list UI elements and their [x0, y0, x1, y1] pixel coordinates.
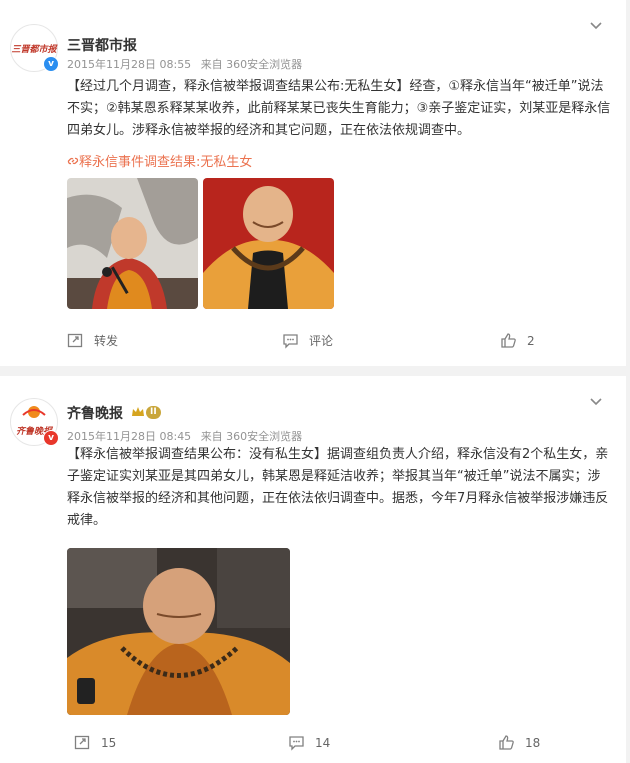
topic-label: 释永信事件调查结果:无私生女 [79, 155, 253, 170]
verified-icon: v [43, 56, 59, 72]
post-image[interactable] [67, 178, 198, 309]
post-source: 来自 360安全浏览器 [200, 58, 303, 71]
like-count: 18 [525, 735, 541, 750]
post-image[interactable] [67, 548, 290, 715]
repost-icon [67, 333, 83, 348]
repost-button[interactable]: 转发 [67, 332, 118, 349]
repost-icon [74, 735, 90, 750]
comment-icon [289, 736, 304, 751]
post-date[interactable]: 2015年11月28日 08:45 [67, 430, 191, 443]
post-content: 【释永信被举报调查结果公布：没有私生女】据调查组负责人介绍，释永信没有2个私生女… [67, 447, 609, 528]
thumbs-up-icon [499, 735, 514, 750]
monk-photo-image [203, 178, 334, 309]
action-bar: 转发 评论 2 [0, 332, 626, 356]
username[interactable]: 齐鲁晚报 [67, 403, 123, 423]
post-source: 来自 360安全浏览器 [200, 430, 303, 443]
like-button[interactable]: 2 [500, 332, 535, 349]
avatar[interactable]: 三晋都市报 v [10, 24, 59, 72]
chevron-down-icon[interactable] [588, 18, 604, 34]
post-image[interactable] [203, 178, 334, 309]
username[interactable]: 三晋都市报 [67, 35, 137, 55]
avatar[interactable]: 齐鲁晚报 v [10, 398, 59, 446]
comment-label: 评论 [309, 334, 334, 348]
comment-count: 14 [315, 735, 331, 750]
comment-icon [283, 334, 298, 349]
post-card: 齐鲁晚报 v 齐鲁晚报 II 2015年11月28日 08:45 来自 360安… [0, 376, 626, 763]
like-button[interactable]: 18 [498, 734, 540, 751]
action-bar: 15 14 18 [0, 734, 626, 758]
repost-count: 15 [101, 735, 117, 750]
link-icon [67, 157, 79, 165]
topic-link[interactable]: 释永信事件调查结果:无私生女 [67, 151, 252, 170]
thumbs-up-icon [501, 333, 516, 348]
vip-level-badge: II [146, 406, 161, 419]
repost-button[interactable]: 15 [74, 734, 116, 751]
comment-button[interactable]: 14 [288, 734, 330, 751]
comment-button[interactable]: 评论 [282, 332, 333, 349]
like-count: 2 [527, 333, 535, 348]
verified-icon: v [43, 430, 59, 446]
post-card: 三晋都市报 v 三晋都市报 2015年11月28日 08:55 来自 360安全… [0, 0, 626, 366]
post-meta: 2015年11月28日 08:55 来自 360安全浏览器 [67, 56, 308, 72]
monk-photo-image [67, 548, 290, 715]
post-content: 【经过几个月调查，释永信被举报调查结果公布:无私生女】经查，①释永信当年“被迁单… [67, 79, 611, 138]
post-date[interactable]: 2015年11月28日 08:55 [67, 58, 191, 71]
crown-icon [132, 407, 144, 416]
post-meta: 2015年11月28日 08:45 来自 360安全浏览器 [67, 428, 308, 444]
chevron-down-icon[interactable] [588, 394, 604, 410]
repost-label: 转发 [94, 334, 119, 348]
monk-photo-image [67, 178, 198, 309]
